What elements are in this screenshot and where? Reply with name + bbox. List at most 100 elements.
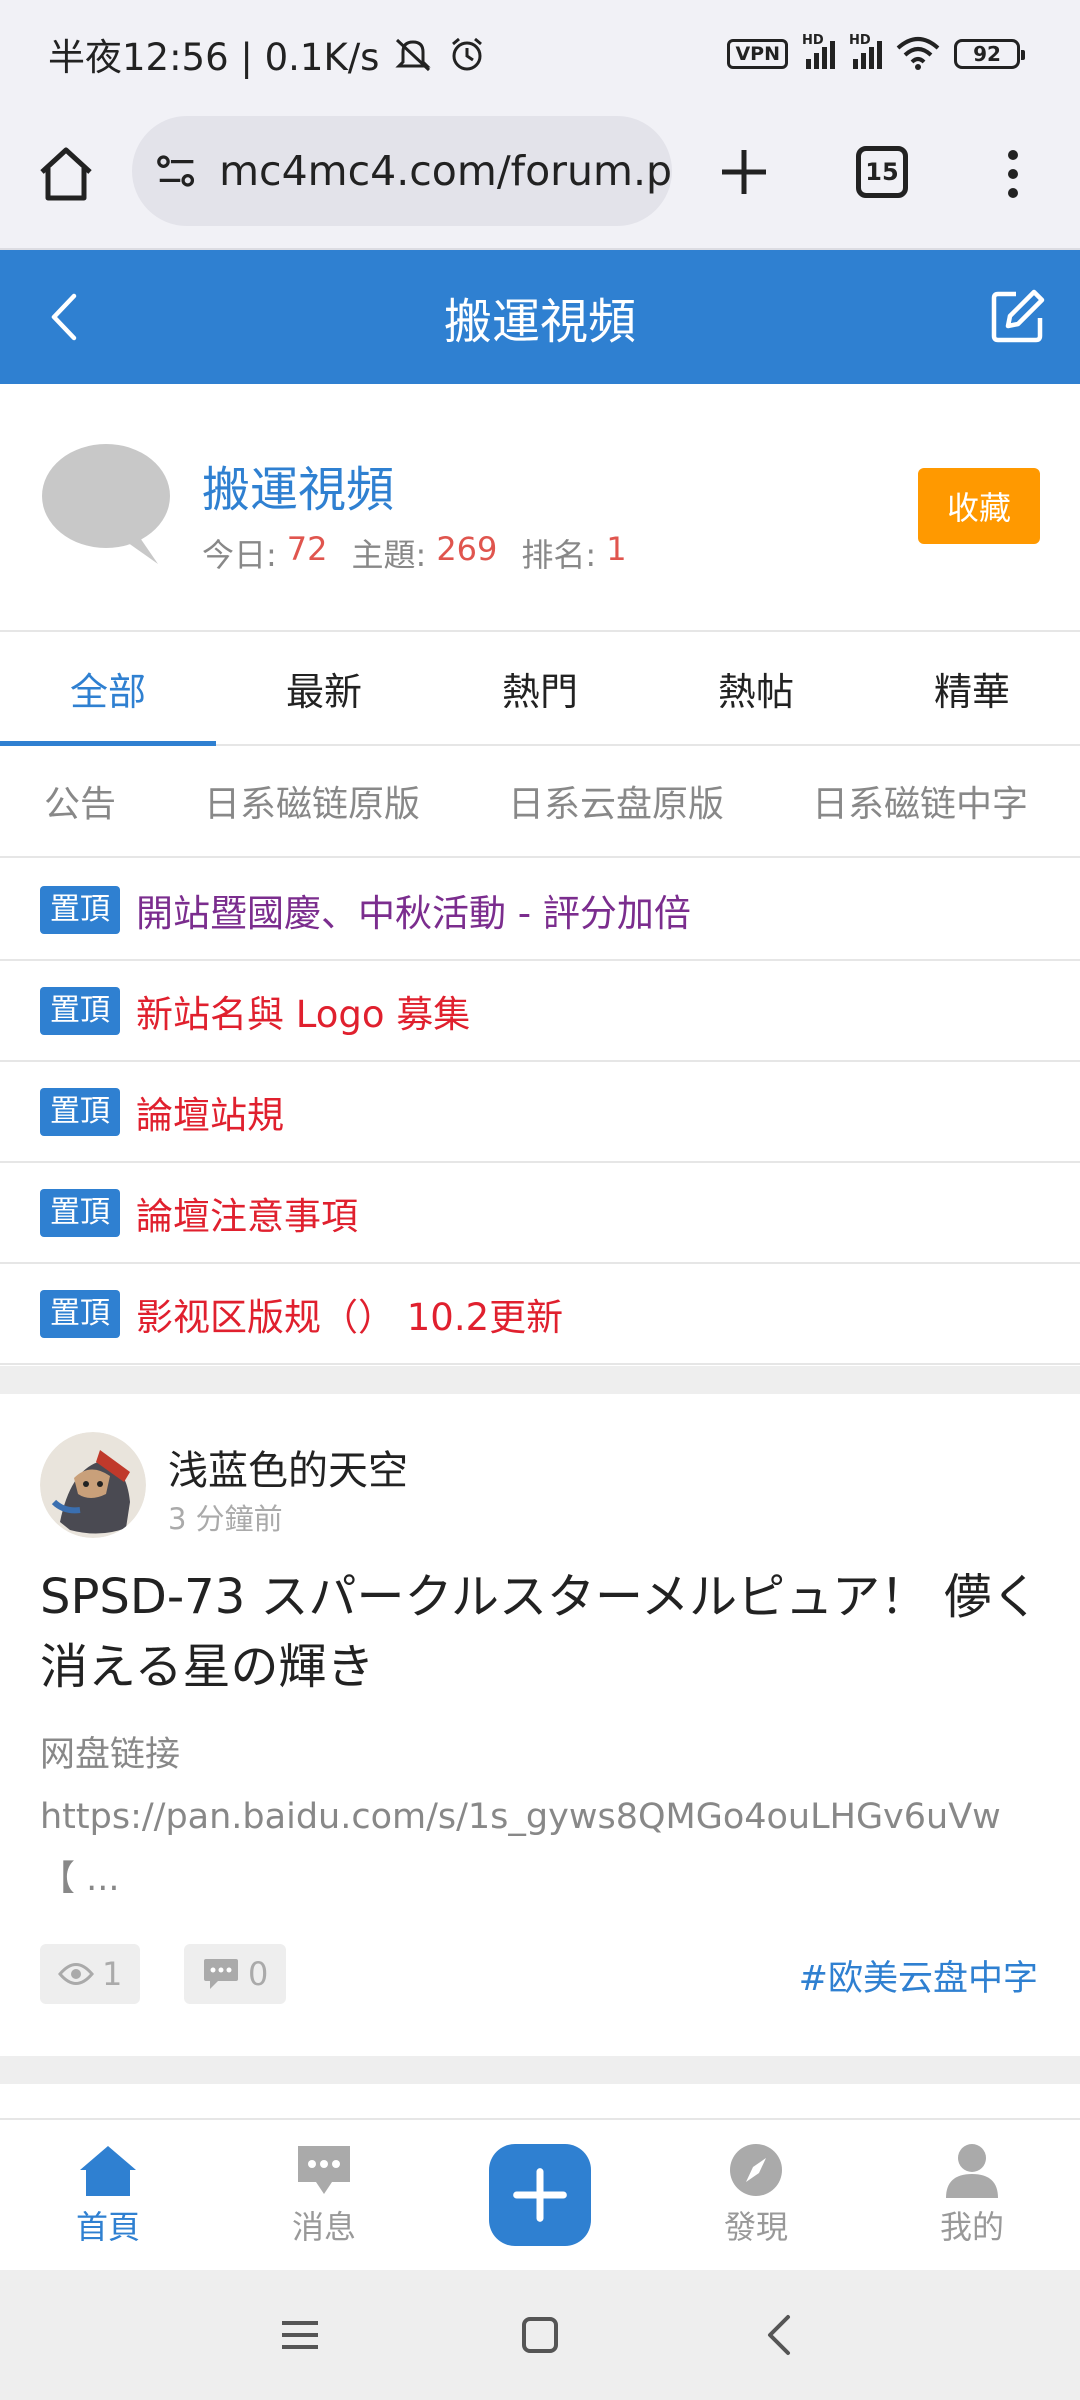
section-divider xyxy=(0,2056,1080,2084)
main-tabs: 全部 最新 熱門 熱帖 精華 xyxy=(0,632,1080,746)
forum-header: 搬運視頻 xyxy=(0,250,1080,384)
tab-switcher-button[interactable]: 15 xyxy=(856,146,908,198)
comment-icon xyxy=(204,1959,238,1989)
hd-label: HD xyxy=(802,33,824,48)
tab-hot-threads[interactable]: 熱帖 xyxy=(648,632,864,744)
post-tag[interactable]: #欧美云盘中字 xyxy=(799,1950,1038,2001)
battery-icon: 92 xyxy=(954,39,1025,69)
pinned-badge: 置頂 xyxy=(40,1087,120,1136)
replies-chip: 0 xyxy=(184,1944,287,2004)
status-time: 半夜12:56 | 0.1K/s xyxy=(48,36,380,79)
forum-name[interactable]: 搬運視頻 xyxy=(202,450,394,520)
post-title[interactable]: SPSD-73 スパークルスターメルピュア！ 儚く消える星の輝き xyxy=(40,1562,1040,1702)
sticky-thread[interactable]: 置頂 論壇站規 xyxy=(0,1062,1080,1163)
address-bar[interactable]: mc4mc4.com/forum.p xyxy=(132,116,672,226)
sticky-thread[interactable]: 置頂 影视区版规（） 10.2更新 xyxy=(0,1264,1080,1365)
back-icon[interactable] xyxy=(44,292,84,342)
recent-apps-icon[interactable] xyxy=(276,2311,324,2359)
post-author[interactable]: 浅蓝色的天空 xyxy=(168,1438,408,1496)
nav-post[interactable] xyxy=(432,2120,648,2270)
pinned-badge: 置頂 xyxy=(40,1289,120,1338)
message-icon xyxy=(298,2146,350,2194)
user-icon xyxy=(946,2144,998,2198)
pinned-badge: 置頂 xyxy=(40,885,120,934)
eye-icon xyxy=(58,1963,94,1985)
compose-icon[interactable] xyxy=(990,288,1046,344)
nav-discover[interactable]: 發現 xyxy=(648,2120,864,2270)
avatar[interactable] xyxy=(40,1432,146,1538)
views-count: 1 xyxy=(102,1955,123,1993)
forum-stats: 今日: 72 主題: 269 排名: 1 xyxy=(202,530,641,576)
nav-profile-label: 我的 xyxy=(939,2208,1004,2246)
sticky-thread-title[interactable]: 論壇注意事項 xyxy=(136,1186,358,1240)
signal-icon-2: HD xyxy=(849,33,882,69)
category-jp-magnet-subtitled[interactable]: 日系磁链中字 xyxy=(768,775,1072,827)
new-tab-icon[interactable] xyxy=(716,144,772,200)
home-icon[interactable] xyxy=(36,144,96,204)
sticky-thread[interactable]: 置頂 新站名與 Logo 募集 xyxy=(0,961,1080,1062)
replies-count: 0 xyxy=(248,1955,269,1993)
hd-label: HD xyxy=(849,33,871,48)
forum-info: 搬運視頻 今日: 72 主題: 269 排名: 1 收藏 xyxy=(0,384,1080,632)
page-title: 搬運視頻 xyxy=(443,294,636,350)
more-menu-icon[interactable] xyxy=(998,144,1028,204)
sticky-thread[interactable]: 置頂 開站暨國慶、中秋活動 - 評分加倍 xyxy=(0,860,1080,961)
alarm-icon xyxy=(452,37,483,71)
post-time: 3 分鐘前 xyxy=(168,1502,283,1536)
home-icon xyxy=(80,2146,136,2196)
system-nav-bar xyxy=(0,2270,1080,2400)
sticky-thread-title[interactable]: 影视区版规（） 10.2更新 xyxy=(136,1287,563,1341)
sticky-thread-title[interactable]: 新站名與 Logo 募集 xyxy=(136,984,470,1038)
back-button-icon[interactable] xyxy=(756,2311,804,2359)
excerpt-link: https://pan.baidu.com/s/1s_gyws8QMGo4ouL… xyxy=(40,1797,1001,1837)
tab-popular[interactable]: 熱門 xyxy=(432,632,648,744)
topics-count: 269 xyxy=(436,530,498,568)
sticky-thread[interactable]: 置頂 論壇注意事項 xyxy=(0,1163,1080,1264)
plus-icon xyxy=(513,2168,567,2222)
excerpt-line: 【 ... xyxy=(40,1859,120,1899)
sticky-thread-title[interactable]: 開站暨國慶、中秋活動 - 評分加倍 xyxy=(136,883,691,937)
mute-icon xyxy=(395,38,432,72)
forum-chat-icon xyxy=(42,444,170,564)
wifi-icon xyxy=(896,37,940,70)
pinned-badge: 置頂 xyxy=(40,986,120,1035)
url-text[interactable]: mc4mc4.com/forum.p xyxy=(219,147,672,195)
browser-toolbar: mc4mc4.com/forum.p 15 xyxy=(0,108,1080,250)
category-tabs: 公告 日系磁链原版 日系云盘原版 日系磁链中字 xyxy=(0,746,1080,858)
post-excerpt: 网盘链接 https://pan.baidu.com/s/1s_gyws8QMG… xyxy=(40,1724,1050,1910)
site-settings-icon[interactable] xyxy=(156,151,197,191)
tab-featured[interactable]: 精華 xyxy=(864,632,1080,744)
signal-icon: HD xyxy=(802,33,835,69)
today-count: 72 xyxy=(286,530,328,568)
nav-messages-label: 消息 xyxy=(291,2208,356,2246)
topics-label: 主題: xyxy=(351,536,427,574)
rank-value: 1 xyxy=(606,530,627,568)
favorite-button[interactable]: 收藏 xyxy=(918,468,1040,544)
nav-home-label: 首頁 xyxy=(75,2208,140,2246)
views-chip: 1 xyxy=(40,1944,141,2004)
status-right: VPN HD HD 92 xyxy=(727,33,1025,72)
rank-label: 排名: xyxy=(521,536,597,574)
today-label: 今日: xyxy=(202,536,277,574)
home-button-icon[interactable] xyxy=(516,2311,564,2359)
sticky-thread-list: 置頂 開站暨國慶、中秋活動 - 評分加倍 置頂 新站名與 Logo 募集 置頂 … xyxy=(0,860,1080,1365)
category-jp-magnet-original[interactable]: 日系磁链原版 xyxy=(160,775,464,827)
nav-messages[interactable]: 消息 xyxy=(216,2120,432,2270)
bottom-nav: 首頁 消息 發現 我的 xyxy=(0,2118,1080,2270)
nav-discover-label: 發現 xyxy=(723,2208,788,2246)
tab-latest[interactable]: 最新 xyxy=(216,632,432,744)
status-bar: 半夜12:56 | 0.1K/s VPN HD HD 92 xyxy=(0,0,1080,108)
post-card[interactable]: 浅蓝色的天空 3 分鐘前 SPSD-73 スパークルスターメルピュア！ 儚く消え… xyxy=(0,1394,1080,2056)
new-post-button[interactable] xyxy=(489,2144,591,2246)
pinned-badge: 置頂 xyxy=(40,1188,120,1237)
vpn-indicator: VPN xyxy=(727,39,788,69)
category-announcement[interactable]: 公告 xyxy=(0,775,160,827)
category-jp-cloud-original[interactable]: 日系云盘原版 xyxy=(464,775,768,827)
tab-all[interactable]: 全部 xyxy=(0,632,216,746)
nav-profile[interactable]: 我的 xyxy=(864,2120,1080,2270)
section-divider xyxy=(0,1366,1080,1394)
sticky-thread-title[interactable]: 論壇站規 xyxy=(136,1085,284,1139)
nav-home[interactable]: 首頁 xyxy=(0,2120,216,2270)
excerpt-line: 网盘链接 xyxy=(40,1735,181,1775)
status-left: 半夜12:56 | 0.1K/s xyxy=(48,27,487,81)
